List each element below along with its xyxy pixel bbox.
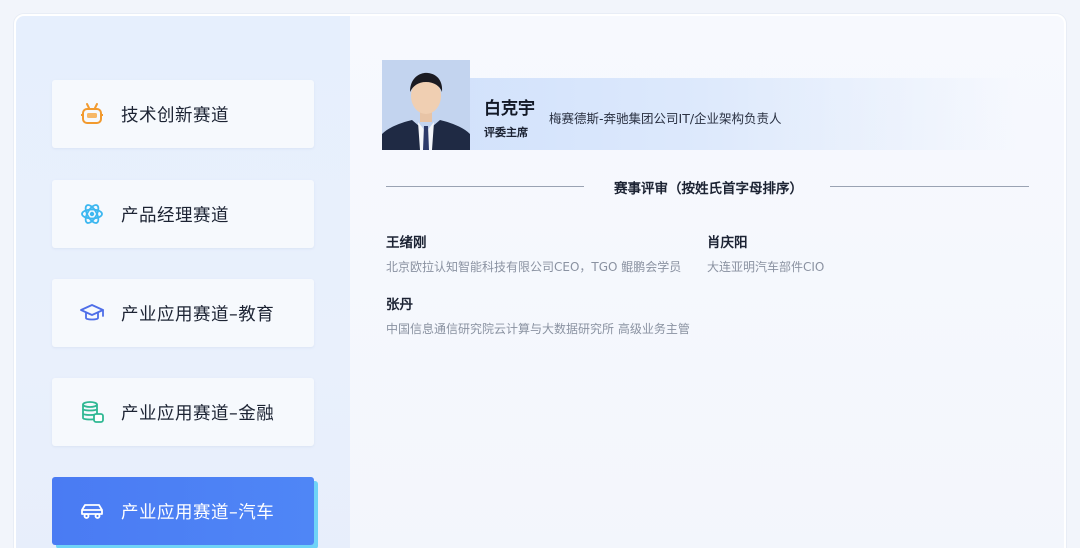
nav-item-industry-finance[interactable]: 产业应用赛道–金融: [52, 378, 314, 446]
nav-item-label: 技术创新赛道: [121, 105, 229, 126]
track-sidebar: 技术创新赛道 产品经理赛道 产业应用赛道–教育 产业应用赛道–金融 产业应用赛道…: [16, 16, 350, 548]
judges-panel: 白克宇 评委主席 梅赛德斯-奔驰集团公司IT/企业架构负责人 赛事评审（按姓氏首…: [350, 16, 1064, 548]
robot-icon: [79, 101, 105, 127]
nav-item-label: 产业应用赛道–汽车: [121, 502, 275, 523]
coins-icon: [79, 399, 105, 425]
chief-photo: [382, 60, 470, 150]
graduation-cap-icon: [79, 300, 105, 326]
chief-title: 梅赛德斯-奔驰集团公司IT/企业架构负责人: [549, 111, 782, 126]
chief-name: 白克宇: [484, 99, 535, 119]
track-card: 技术创新赛道 产品经理赛道 产业应用赛道–教育 产业应用赛道–金融 产业应用赛道…: [14, 14, 1066, 548]
nav-item-product-manager[interactable]: 产品经理赛道: [52, 180, 314, 248]
nav-item-label: 产业应用赛道–教育: [121, 304, 275, 325]
chief-role: 评委主席: [484, 126, 528, 139]
divider-right: [830, 186, 1029, 187]
nav-item-industry-education[interactable]: 产业应用赛道–教育: [52, 279, 314, 347]
nav-item-label: 产品经理赛道: [121, 205, 229, 226]
nav-item-industry-auto[interactable]: 产业应用赛道–汽车: [52, 477, 314, 545]
judge-name: 张丹: [386, 297, 413, 313]
judge-org: 大连亚明汽车部件CIO: [707, 260, 825, 274]
car-icon: [79, 498, 105, 524]
divider-left: [386, 186, 584, 187]
nav-item-tech-innovation[interactable]: 技术创新赛道: [52, 80, 314, 148]
judge-org: 北京欧拉认知智能科技有限公司CEO，TGO 鲲鹏会学员: [386, 260, 682, 274]
section-title: 赛事评审（按姓氏首字母排序）: [614, 181, 803, 197]
judge-name: 肖庆阳: [707, 235, 748, 251]
nav-item-label: 产业应用赛道–金融: [121, 403, 275, 424]
atom-icon: [79, 201, 105, 227]
judge-name: 王绪刚: [386, 235, 427, 251]
judge-org: 中国信息通信研究院云计算与大数据研究所 高级业务主管: [386, 322, 690, 336]
